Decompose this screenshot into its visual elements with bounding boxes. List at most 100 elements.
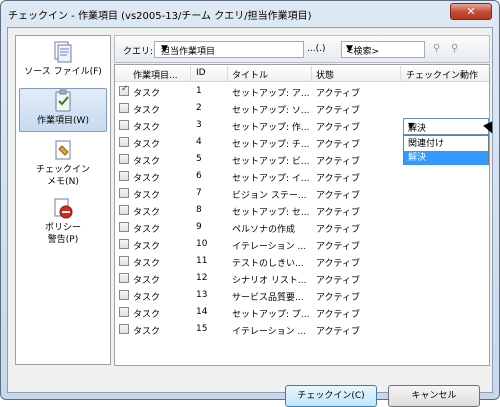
row-checkbox[interactable]	[119, 273, 129, 283]
table-row[interactable]: タスク 2 セットアップ: ソ... アクティブ	[115, 100, 489, 117]
cell-type: タスク	[133, 174, 161, 184]
cell-state: アクティブ	[316, 327, 361, 337]
cell-type: タスク	[133, 140, 161, 150]
row-checkbox[interactable]	[119, 256, 129, 266]
sidebar-item-policy-warnings[interactable]: ポリシー 警告(P)	[19, 196, 107, 246]
cell-type: タスク	[133, 242, 161, 252]
row-checkbox[interactable]	[119, 120, 129, 130]
chevron-down-icon: ▼	[408, 121, 415, 130]
table-row[interactable]: タスク 8 セットアップ: セ... アクティブ	[115, 202, 489, 219]
column-header-state[interactable]: 状態	[316, 68, 334, 81]
checkin-action-select[interactable]: 解決 ▼	[403, 118, 489, 135]
sidebar-item-checkin-notes[interactable]: チェックイン メモ(N)	[19, 138, 107, 188]
table-row[interactable]: タスク 6 セットアップ: イ... アクティブ	[115, 168, 489, 185]
cell-id: 5	[196, 154, 202, 164]
checkin-button[interactable]: チェックイン(C)	[285, 385, 377, 407]
checkin-action-options: 関連付け 解決	[403, 135, 489, 165]
search-select[interactable]: <検索> ▼	[341, 41, 425, 58]
cancel-button[interactable]: キャンセル	[388, 385, 480, 407]
cell-state: アクティブ	[316, 106, 361, 116]
row-checkbox[interactable]	[119, 188, 129, 198]
sidebar-item-source-files[interactable]: ソース ファイル(F)	[19, 40, 107, 84]
table-row[interactable]: タスク 1 セットアップ: ア... アクティブ	[115, 83, 489, 100]
cell-title: セットアップ: ソ...	[232, 106, 310, 116]
cell-type: タスク	[133, 293, 161, 303]
title-bar[interactable]: チェックイン - 作業項目 (vs2005-13/チーム クエリ/担当作業項目)…	[1, 1, 499, 27]
row-checkbox[interactable]	[119, 154, 129, 164]
row-checkbox[interactable]	[119, 137, 129, 147]
column-separator[interactable]	[190, 66, 191, 81]
column-header-checkin-action[interactable]: チェックイン動作	[406, 68, 478, 81]
cell-id: 3	[196, 120, 202, 130]
option-associate[interactable]: 関連付け	[404, 137, 488, 151]
cell-state: アクティブ	[316, 259, 361, 269]
grid-header: 作業項目... ID タイトル 状態 チェックイン動作	[115, 65, 489, 82]
cell-state: アクティブ	[316, 242, 361, 252]
row-checkbox[interactable]	[119, 205, 129, 215]
cell-state: アクティブ	[316, 208, 361, 218]
close-button[interactable]: ✕	[450, 3, 492, 20]
table-row[interactable]: タスク 15 イテレーション ... アクティブ	[115, 321, 489, 338]
cell-id: 4	[196, 137, 202, 147]
cell-id: 7	[196, 188, 202, 198]
query-browse-button[interactable]: ...(.)	[307, 44, 325, 54]
cell-id: 14	[196, 307, 208, 317]
chevron-down-icon: ▼	[161, 44, 168, 54]
cell-title: イテレーション ...	[232, 327, 307, 337]
query-select[interactable]: 担当作業項目 ▼	[154, 41, 304, 58]
option-resolve[interactable]: 解決	[404, 151, 488, 165]
column-separator[interactable]	[400, 66, 401, 81]
table-row[interactable]: タスク 13 サービス品質要... アクティブ	[115, 287, 489, 304]
find-next-icon[interactable]: ⚲	[451, 43, 458, 54]
column-separator[interactable]	[311, 66, 312, 81]
row-checkbox[interactable]	[119, 324, 129, 334]
table-row[interactable]: タスク 7 ビジョン ステー... アクティブ	[115, 185, 489, 202]
work-items-grid: 作業項目... ID タイトル 状態 チェックイン動作 タスク 1 セットアップ: …	[114, 64, 497, 366]
table-row[interactable]: タスク 10 イテレーション ... アクティブ	[115, 236, 489, 253]
column-separator[interactable]	[227, 66, 228, 81]
cell-title: セットアップ: イ...	[232, 174, 310, 184]
row-checkbox[interactable]	[119, 239, 129, 249]
cell-type: タスク	[133, 123, 161, 133]
cell-state: アクティブ	[316, 225, 361, 235]
cell-type: タスク	[133, 327, 161, 337]
sidebar-item-label: 作業項目(W)	[37, 116, 89, 126]
sidebar-item-work-items[interactable]: 作業項目(W)	[19, 88, 107, 132]
column-header-title[interactable]: タイトル	[232, 68, 268, 81]
row-checkbox[interactable]	[119, 103, 129, 113]
cell-id: 12	[196, 273, 208, 283]
cell-state: アクティブ	[316, 293, 361, 303]
column-header-type[interactable]: 作業項目...	[133, 68, 178, 81]
cell-title: セットアップ: チ...	[232, 140, 310, 150]
cell-id: 8	[196, 205, 202, 215]
table-row[interactable]: タスク 14 セットアップ: プ... アクティブ	[115, 304, 489, 321]
table-row[interactable]: タスク 9 ペルソナの作成 アクティブ	[115, 219, 489, 236]
cell-title: ビジョン ステー...	[232, 191, 307, 201]
cell-type: タスク	[133, 89, 161, 99]
cell-state: アクティブ	[316, 89, 361, 99]
sidebar-item-label: メモ(N)	[47, 177, 79, 187]
cell-id: 11	[196, 256, 208, 266]
table-row[interactable]: タスク 11 テストのしきい... アクティブ	[115, 253, 489, 270]
cell-id: 1	[196, 86, 202, 96]
cell-title: セットアップ: プ...	[232, 310, 310, 320]
dialog-body: ソース ファイル(F) 作業項目(W) チェックイン メモ(N) ポリシー 警告…	[7, 27, 497, 407]
cell-state: アクティブ	[316, 191, 361, 201]
column-header-id[interactable]: ID	[196, 68, 206, 78]
work-items-icon	[55, 89, 71, 112]
table-row[interactable]: タスク 12 シナリオ リスト... アクティブ	[115, 270, 489, 287]
sidebar-item-label: チェックイン	[35, 165, 90, 175]
channel-sidebar: ソース ファイル(F) 作業項目(W) チェックイン メモ(N) ポリシー 警告…	[15, 35, 111, 365]
row-checkbox[interactable]	[119, 307, 129, 317]
cell-title: ペルソナの作成	[232, 225, 296, 235]
row-checkbox[interactable]	[119, 222, 129, 232]
cell-title: セットアップ: セ...	[232, 208, 310, 218]
cell-id: 10	[196, 239, 208, 249]
find-icon[interactable]: ⚲	[433, 43, 440, 54]
cell-title: イテレーション ...	[232, 242, 307, 252]
row-checkbox[interactable]	[119, 171, 129, 181]
row-checkbox[interactable]	[119, 84, 129, 96]
row-checkbox[interactable]	[119, 290, 129, 300]
cell-state: アクティブ	[316, 276, 361, 286]
checkin-dialog: チェックイン - 作業項目 (vs2005-13/チーム クエリ/担当作業項目)…	[0, 0, 500, 407]
